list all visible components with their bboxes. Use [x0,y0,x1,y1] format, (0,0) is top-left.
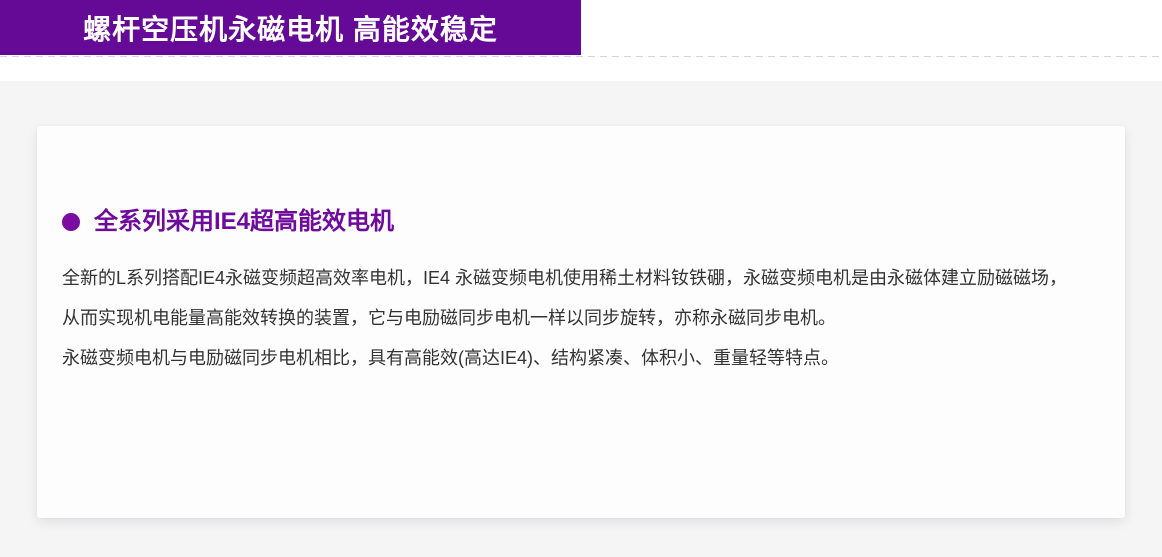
body-text-line: 永磁变频电机与电励磁同步电机相比，具有高能效(高达IE4)、结构紧凑、体积小、重… [62,348,840,368]
content-card: 全系列采用IE4超高能效电机 全新的L系列搭配IE4永磁变频超高效率电机，IE4… [37,126,1125,518]
bullet-circle-icon [62,213,80,231]
section-heading-text: 全系列采用IE4超高能效电机 [94,208,395,235]
body-text-line: 全新的L系列搭配IE4永磁变频超高效率电机，IE4 永磁变频电机使用稀土材料钕铁… [62,268,1068,288]
page: { "page": { "background_color": "#f5f5f6… [0,0,1162,557]
body-text: 全新的L系列搭配IE4永磁变频超高效率电机，IE4 永磁变频电机使用稀土材料钕铁… [62,258,1091,378]
body-text-line: 从而实现机电能量高能效转换的装置，它与电励磁同步电机一样以同步旋转，亦称永磁同步… [62,308,836,328]
title-banner: 螺杆空压机永磁电机 高能效稳定 [0,0,581,55]
content-area: 全系列采用IE4超高能效电机 全新的L系列搭配IE4永磁变频超高效率电机，IE4… [0,81,1162,557]
page-header: 螺杆空压机永磁电机 高能效稳定 [0,0,1162,57]
section-heading: 全系列采用IE4超高能效电机 [62,210,1091,234]
header-dashed-divider [0,56,1162,57]
header-gap [0,57,1162,81]
page-title: 螺杆空压机永磁电机 高能效稳定 [83,13,498,45]
